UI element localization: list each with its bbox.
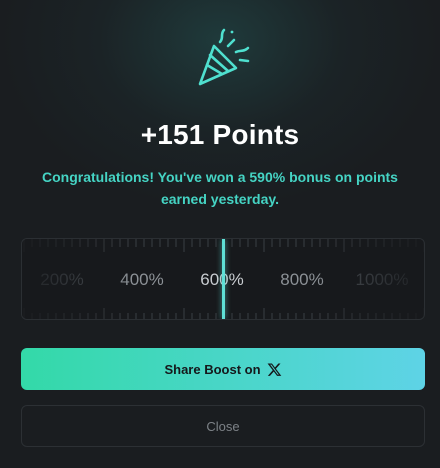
boost-reward-modal: +151 Points Congratulations! You've won … xyxy=(0,0,440,468)
close-button[interactable]: Close xyxy=(21,405,425,447)
ruler-label: 200% xyxy=(40,270,84,289)
bonus-ruler[interactable]: 200%400%600%800%1000% xyxy=(21,238,425,320)
x-logo-icon xyxy=(267,362,281,376)
party-popper-icon xyxy=(198,28,250,86)
bonus-message: Congratulations! You've won a 590% bonus… xyxy=(42,169,398,207)
points-title: +151 Points xyxy=(140,119,300,150)
ruler-label: 1000% xyxy=(355,270,409,289)
share-button-label: Share Boost on xyxy=(164,361,261,377)
ruler-label: 400% xyxy=(120,270,164,289)
ruler-indicator[interactable] xyxy=(222,239,225,319)
share-boost-button[interactable]: Share Boost on xyxy=(21,348,425,390)
ruler-label: 800% xyxy=(280,270,324,289)
